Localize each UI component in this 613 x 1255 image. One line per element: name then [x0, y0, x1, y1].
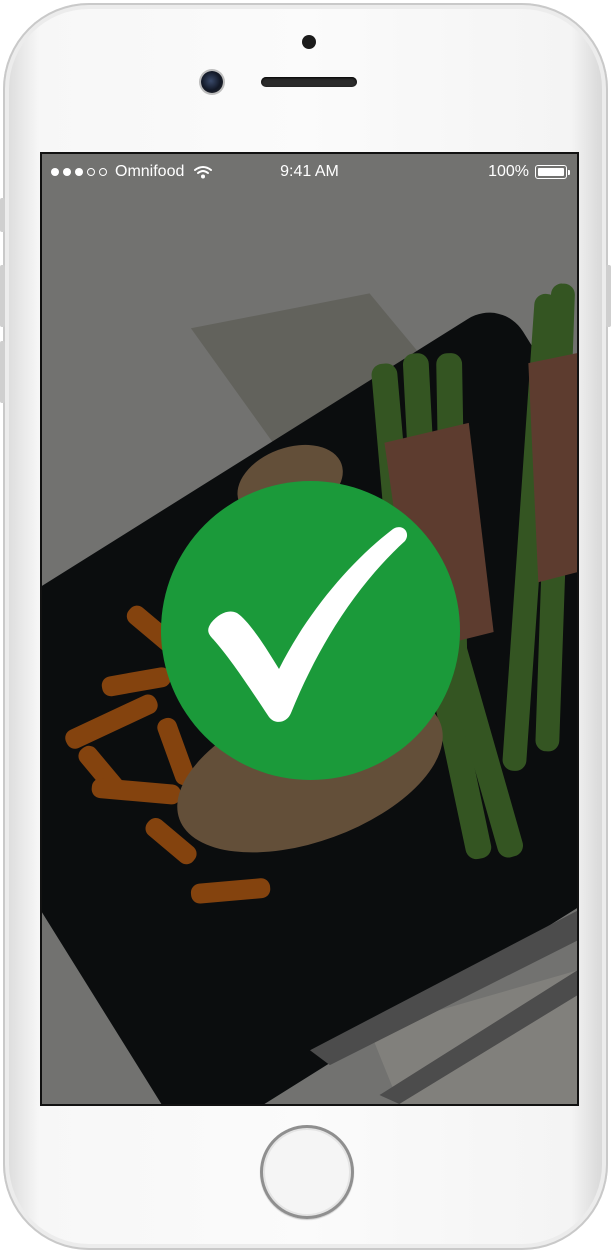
- status-bar: Omnifood 9:41 AM 100%: [42, 154, 577, 190]
- battery-level: [538, 168, 564, 176]
- check-icon: [208, 527, 408, 722]
- power-button: [606, 265, 611, 327]
- earpiece-speaker: [261, 77, 357, 87]
- phone-screen: Omnifood 9:41 AM 100%: [40, 152, 579, 1106]
- mute-switch: [0, 198, 5, 232]
- volume-down-button: [0, 341, 5, 403]
- proximity-sensor: [302, 35, 316, 49]
- battery-percent: 100%: [488, 163, 529, 180]
- home-button[interactable]: [260, 1125, 354, 1219]
- battery-icon: [535, 165, 570, 179]
- front-camera: [201, 71, 223, 93]
- battery-nub: [568, 170, 570, 175]
- success-badge: [161, 481, 460, 780]
- volume-up-button: [0, 265, 5, 327]
- status-right: 100%: [488, 163, 570, 181]
- iphone-frame: Omnifood 9:41 AM 100%: [0, 3, 611, 1250]
